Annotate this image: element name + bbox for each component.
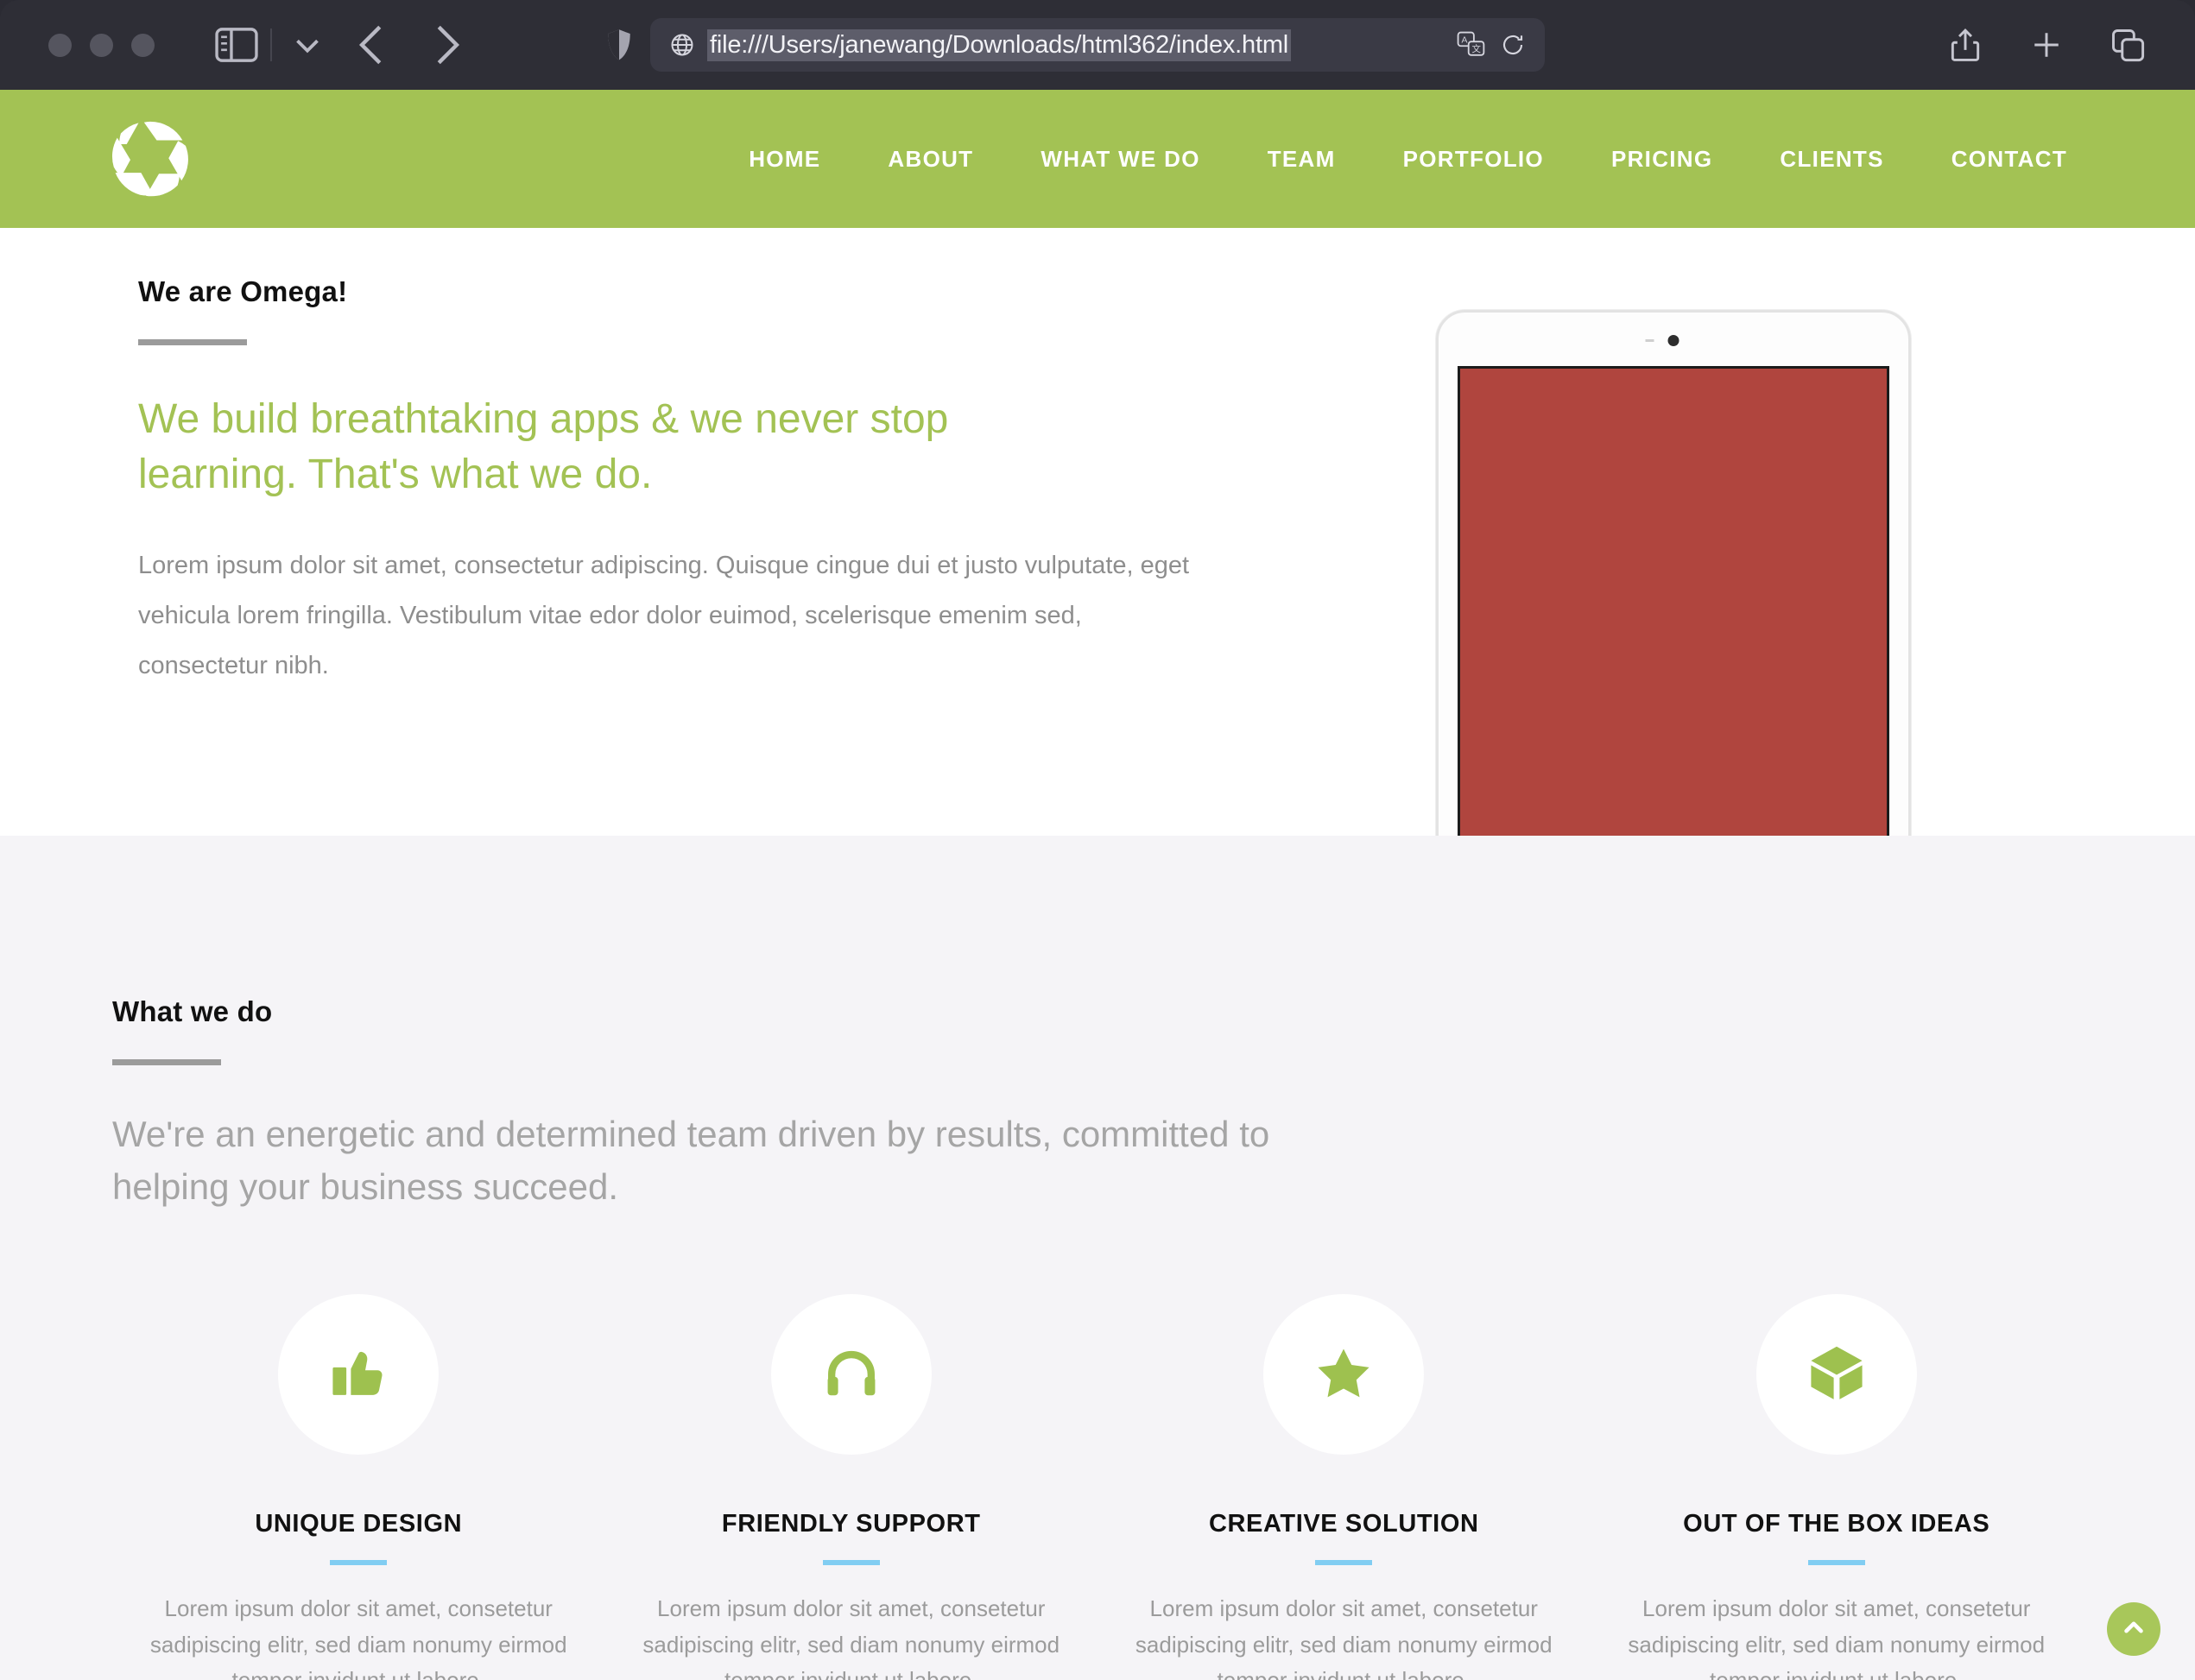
what-we-do-text-block: What we do We're an energetic and determ… [112, 995, 2098, 1214]
feature-copy: Lorem ipsum dolor sit amet, consetetur s… [149, 1595, 567, 1680]
chevron-up-icon [2119, 1613, 2148, 1646]
reload-icon[interactable] [1500, 32, 1526, 58]
browser-titlebar: file:///Users/janewang/Downloads/html362… [0, 0, 2195, 90]
privacy-report-region [604, 0, 634, 90]
address-bar[interactable]: file:///Users/janewang/Downloads/html362… [650, 18, 1545, 72]
headphones-icon [819, 1341, 883, 1409]
feature-item: OUT OF THE BOX IDEAS Lorem ipsum dolor s… [1591, 1294, 2084, 1680]
navigation-controls [203, 18, 472, 72]
aperture-logo-icon[interactable] [111, 119, 190, 199]
close-window-button[interactable] [48, 33, 72, 57]
about-heading: We build breathtaking apps & we never st… [138, 396, 949, 497]
tablet-screen [1458, 366, 1889, 836]
tablet-mockup [1436, 310, 1911, 836]
tablet-camera-icon [1645, 335, 1679, 346]
site-header: HOME ABOUT WHAT WE DO TEAM PORTFOLIO PRI… [0, 90, 2195, 228]
address-bar-actions: A 文 [1457, 31, 1526, 59]
nav-item-clients[interactable]: CLIENTS [1780, 137, 1883, 181]
translate-icon[interactable]: A 文 [1457, 31, 1486, 59]
feature-icon-badge [1755, 1294, 1917, 1455]
browser-window: file:///Users/janewang/Downloads/html362… [0, 0, 2195, 1680]
about-paragraph: Lorem ipsum dolor sit amet, consectetur … [138, 551, 1190, 679]
what-we-do-kicker: What we do [112, 995, 273, 1027]
about-kicker: We are Omega! [138, 275, 348, 307]
maximize-window-button[interactable] [131, 33, 155, 57]
feature-title-rule [330, 1560, 388, 1565]
url-text[interactable]: file:///Users/janewang/Downloads/html362… [707, 28, 1292, 61]
feature-copy: Lorem ipsum dolor sit amet, consetetur s… [1628, 1595, 2046, 1680]
about-kicker-rule [138, 339, 247, 345]
thumbs-up-icon [326, 1341, 390, 1409]
scroll-to-top-button[interactable] [2107, 1602, 2160, 1656]
feature-icon-badge [1263, 1294, 1425, 1455]
nav-item-home[interactable]: HOME [749, 137, 820, 181]
nav-item-contact[interactable]: CONTACT [1951, 137, 2067, 181]
chevron-down-icon[interactable] [288, 25, 327, 65]
feature-icon-badge [278, 1294, 440, 1455]
feature-item: FRIENDLY SUPPORT Lorem ipsum dolor sit a… [605, 1294, 1098, 1680]
feature-icon-badge [770, 1294, 932, 1455]
feature-title-rule [1807, 1560, 1865, 1565]
tab-overview-icon[interactable] [2109, 26, 2147, 64]
globe-icon [669, 32, 695, 58]
nav-item-what-we-do[interactable]: WHAT WE DO [1041, 137, 1199, 181]
feature-title: FRIENDLY SUPPORT [721, 1510, 981, 1538]
star-icon [1312, 1341, 1376, 1409]
sidebar-icon[interactable] [212, 20, 262, 70]
minimize-window-button[interactable] [90, 33, 113, 57]
what-we-do-kicker-rule [112, 1059, 221, 1065]
cube-icon [1805, 1341, 1869, 1409]
feature-item: UNIQUE DESIGN Lorem ipsum dolor sit amet… [112, 1294, 605, 1680]
what-we-do-heading: We're an energetic and determined team d… [112, 1114, 1270, 1207]
share-icon[interactable] [1946, 26, 1984, 64]
page-viewport: We are Omega! We build breathtaking apps… [0, 90, 2195, 1680]
nav-item-pricing[interactable]: PRICING [1611, 137, 1712, 181]
svg-text:A: A [1461, 35, 1467, 45]
forward-arrow-icon[interactable] [419, 18, 472, 72]
feature-title: CREATIVE SOLUTION [1208, 1510, 1479, 1538]
main-navigation: HOME ABOUT WHAT WE DO TEAM PORTFOLIO PRI… [749, 137, 2195, 181]
feature-list: UNIQUE DESIGN Lorem ipsum dolor sit amet… [0, 1294, 2195, 1680]
feature-title-rule [822, 1560, 880, 1565]
browser-toolbar-right [1946, 26, 2166, 64]
back-arrow-icon[interactable] [346, 18, 400, 72]
shield-icon[interactable] [604, 28, 634, 62]
window-controls[interactable] [48, 33, 155, 57]
feature-title: UNIQUE DESIGN [255, 1510, 463, 1538]
feature-copy: Lorem ipsum dolor sit amet, consetetur s… [1135, 1595, 1553, 1680]
toolbar-divider [270, 28, 272, 61]
nav-item-team[interactable]: TEAM [1268, 137, 1336, 181]
svg-text:文: 文 [1472, 43, 1482, 54]
nav-item-about[interactable]: ABOUT [888, 137, 973, 181]
nav-item-portfolio[interactable]: PORTFOLIO [1403, 137, 1544, 181]
feature-copy: Lorem ipsum dolor sit amet, consetetur s… [642, 1595, 1060, 1680]
feature-title-rule [1315, 1560, 1373, 1565]
plus-icon[interactable] [2027, 26, 2065, 64]
feature-item: CREATIVE SOLUTION Lorem ipsum dolor sit … [1098, 1294, 1591, 1680]
feature-title: OUT OF THE BOX IDEAS [1683, 1510, 1990, 1538]
about-text-block: We are Omega! We build breathtaking apps… [138, 275, 1218, 691]
